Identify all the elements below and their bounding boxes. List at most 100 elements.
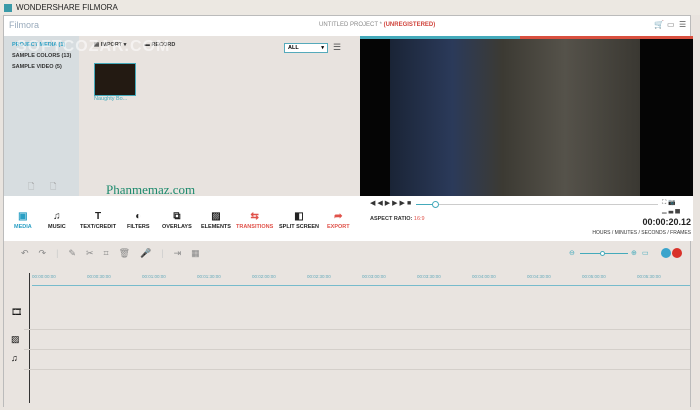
- window-title: WONDERSHARE FILMORA: [16, 3, 118, 12]
- ruler-label: 00:04:00:00: [472, 274, 496, 279]
- filters-icon: ◐: [135, 211, 142, 222]
- media-filter-select[interactable]: ALL ▾: [284, 43, 328, 53]
- cart-icon[interactable]: 🛒: [654, 20, 664, 29]
- logo: Filmora: [9, 20, 40, 30]
- music-tab[interactable]: ♫ MUSIC: [48, 211, 66, 230]
- video-frame: [390, 39, 640, 196]
- media-thumbnail[interactable]: [94, 63, 136, 96]
- music-label: MUSIC: [48, 224, 66, 230]
- overlays-label: OVERLAYS: [162, 224, 192, 230]
- timeline-panel: ↶ ↷ | ✎ ✂ ⌗ 🗑 🎤 | ⇥ ▦ ⊖ ⊕ ▭ 00:00:00:00 00:00:30:…: [4, 241, 690, 408]
- player-tools: ⛶📷▁▃▅: [662, 199, 693, 214]
- split-screen-label: SPLIT SCREEN: [279, 224, 320, 230]
- watermark: SOFTCOZAR.COM: [16, 38, 171, 55]
- ruler-label: 00:05:00:00: [582, 274, 606, 279]
- fit-icon[interactable]: ▭: [642, 249, 649, 257]
- timecode-caption: HOURS / MINUTES / SECONDS / FRAMES: [592, 230, 691, 236]
- media-label: MEDIA: [14, 224, 32, 230]
- undo-icon[interactable]: ↶: [21, 248, 29, 259]
- register-icon[interactable]: [672, 248, 682, 258]
- media-tab[interactable]: ▣ MEDIA: [14, 211, 32, 230]
- stop-icon[interactable]: ■: [407, 200, 413, 207]
- split-screen-icon: ◧: [294, 211, 304, 222]
- overlays-icon: ⧉: [173, 211, 181, 222]
- ruler-label: 00:00:00:00: [32, 274, 56, 279]
- zoom-out-icon[interactable]: ⊖: [569, 249, 575, 257]
- export-button[interactable]: ➦ EXPORT: [327, 211, 350, 230]
- edit-toolbar: ▣ MEDIA ♫ MUSIC T TEXT/CREDIT ◐ FILTERS ⧉ OVE…: [4, 196, 360, 241]
- filters-label: FILTERS: [127, 224, 150, 230]
- transitions-tab[interactable]: ⇆ TRANSITIONS: [236, 211, 273, 230]
- timeline-tools: ↶ ↷ | ✎ ✂ ⌗ 🗑 🎤 | ⇥ ▦: [21, 248, 200, 259]
- ruler-label: 00:04:30:00: [527, 274, 551, 279]
- export-label: EXPORT: [327, 224, 350, 230]
- add-folder-icon[interactable]: 🗋: [28, 181, 34, 195]
- split-icon[interactable]: ✂: [86, 248, 94, 259]
- filters-tab[interactable]: ◐ FILTERS: [127, 211, 150, 230]
- app-icon: [4, 3, 12, 12]
- project-name: UNTITLED PROJECT *: [319, 22, 382, 28]
- redo-icon[interactable]: ↷: [39, 248, 47, 259]
- track-divider: [24, 349, 690, 350]
- elements-icon: ▨: [211, 211, 221, 222]
- transitions-label: TRANSITIONS: [236, 224, 274, 230]
- ruler-label: 00:03:30:00: [417, 274, 441, 279]
- rewind-icon[interactable]: ◀◀: [370, 200, 385, 207]
- list-view-icon[interactable]: ☰: [333, 42, 341, 53]
- track-divider: [24, 369, 690, 370]
- insert-icon[interactable]: ⇥: [174, 248, 182, 259]
- preview-panel: [360, 36, 693, 196]
- menu-icon[interactable]: ☰: [679, 20, 686, 29]
- timeline-ruler[interactable]: 00:00:00:00 00:00:30:00 00:01:00:00 00:01:3…: [32, 274, 690, 286]
- zoom-handle[interactable]: [600, 251, 605, 256]
- music-track-icon: ♫: [11, 353, 18, 363]
- delete-folder-icon[interactable]: 🗋: [50, 181, 56, 195]
- track-divider: [24, 329, 690, 330]
- media-caption: Naughty Bo...: [94, 96, 128, 102]
- music-icon: ♫: [53, 211, 61, 222]
- aspect-label: ASPECT RATIO:: [370, 216, 413, 222]
- seek-bar[interactable]: [416, 201, 658, 208]
- category-sample-video[interactable]: SAMPLE VIDEO (5): [12, 64, 62, 70]
- settings-icon[interactable]: ▦: [191, 248, 200, 259]
- delete-icon[interactable]: 🗑: [119, 248, 130, 259]
- ruler-label: 00:02:00:00: [252, 274, 276, 279]
- playhead[interactable]: [29, 273, 30, 403]
- aspect-ratio: ASPECT RATIO: 16:9: [370, 216, 425, 222]
- elements-label: ELEMENTS: [201, 224, 231, 230]
- filter-value: ALL: [288, 45, 299, 51]
- voiceover-icon[interactable]: 🎤: [140, 248, 151, 259]
- volume-icon[interactable]: ▁▃▅: [662, 208, 682, 214]
- header: Filmora UNTITLED PROJECT * (UNREGISTERED…: [4, 16, 690, 36]
- text-credit-tab[interactable]: T TEXT/CREDIT: [80, 211, 116, 230]
- ruler-label: 00:02:30:00: [307, 274, 331, 279]
- ruler-label: 00:01:00:00: [142, 274, 166, 279]
- seek-handle[interactable]: [432, 201, 440, 208]
- minimize-icon[interactable]: ▭: [667, 20, 675, 29]
- project-title: UNTITLED PROJECT * (UNREGISTERED): [319, 22, 435, 28]
- aspect-value[interactable]: 16:9: [414, 216, 425, 222]
- account-icon[interactable]: [661, 248, 671, 258]
- overlays-tab[interactable]: ⧉ OVERLAYS: [162, 211, 192, 230]
- export-icon: ➦: [334, 211, 343, 222]
- edit-icon[interactable]: ✎: [68, 248, 76, 259]
- image-track-icon: ▨: [11, 334, 20, 344]
- player-controls: ◀◀▶▶▶■ ⛶📷▁▃▅ ASPECT RATIO: 16:9 00:00:20…: [360, 196, 693, 241]
- text-icon: T: [94, 211, 102, 222]
- registration-status: (UNREGISTERED): [383, 22, 436, 28]
- media-category-sidebar: PROJECT MEDIA (1) SAMPLE COLORS (13) SAM…: [4, 36, 79, 196]
- timecode: 00:00:20.12: [642, 217, 691, 227]
- snapshot-icon[interactable]: 📷: [668, 200, 677, 206]
- video-track-icon: 🎞: [11, 307, 23, 317]
- fast-forward-icon[interactable]: ▶▶: [392, 200, 407, 207]
- ruler-label: 00:03:00:00: [362, 274, 386, 279]
- split-screen-tab[interactable]: ◧ SPLIT SCREEN: [279, 211, 319, 230]
- zoom-slider[interactable]: [580, 251, 628, 256]
- crop-icon[interactable]: ⌗: [104, 248, 109, 259]
- app-window: Filmora UNTITLED PROJECT * (UNREGISTERED…: [3, 15, 693, 408]
- media-icon: ▣: [18, 211, 28, 222]
- elements-tab[interactable]: ▨ ELEMENTS: [201, 211, 231, 230]
- zoom-in-icon[interactable]: ⊕: [631, 249, 637, 257]
- transitions-icon: ⇆: [250, 211, 259, 222]
- ruler-label: 00:05:30:00: [637, 274, 661, 279]
